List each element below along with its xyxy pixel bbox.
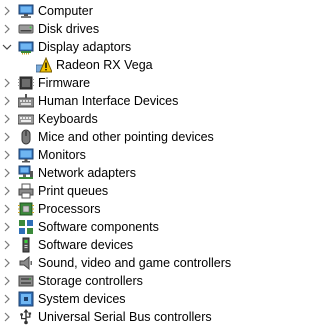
- tree-item[interactable]: Radeon RX Vega: [0, 56, 298, 74]
- tree-item[interactable]: Monitors: [0, 146, 298, 164]
- chevron-down-icon[interactable]: [2, 38, 12, 56]
- tree-item[interactable]: Disk drives: [0, 20, 298, 38]
- chevron-right-icon[interactable]: [2, 254, 12, 272]
- storage-controller-icon: [18, 273, 34, 289]
- tree-item-label: Computer: [38, 4, 93, 18]
- speaker-icon: [18, 255, 34, 271]
- chevron-right-icon[interactable]: [2, 200, 12, 218]
- tree-item-label: Sound, video and game controllers: [38, 256, 232, 270]
- tree-item-label: Keyboards: [38, 112, 98, 126]
- processor-icon: [18, 201, 34, 217]
- tree-item-label: Radeon RX Vega: [56, 58, 153, 72]
- display-adapter-icon: [18, 39, 34, 55]
- monitor-icon: [18, 147, 34, 163]
- tree-item-label: Mice and other pointing devices: [38, 130, 214, 144]
- chevron-right-icon[interactable]: [2, 272, 12, 290]
- tree-item[interactable]: Display adaptors: [0, 38, 298, 56]
- software-device-icon: [18, 237, 34, 253]
- chevron-right-icon[interactable]: [2, 308, 12, 326]
- disk-drive-icon: [18, 21, 34, 37]
- tree-item[interactable]: Network adapters: [0, 164, 298, 182]
- tree-item-label: System devices: [38, 292, 126, 306]
- system-device-icon: [18, 291, 34, 307]
- chevron-right-icon[interactable]: [2, 92, 12, 110]
- hid-icon: [18, 93, 34, 109]
- tree-item[interactable]: Print queues: [0, 182, 298, 200]
- firmware-icon: [18, 75, 34, 91]
- chevron-right-icon[interactable]: [2, 146, 12, 164]
- network-adapter-icon: [18, 165, 34, 181]
- chevron-right-icon[interactable]: [2, 218, 12, 236]
- tree-item[interactable]: Software devices: [0, 236, 298, 254]
- chevron-right-icon[interactable]: [2, 74, 12, 92]
- tree-item-label: Print queues: [38, 184, 109, 198]
- tree-item-label: Universal Serial Bus controllers: [38, 310, 212, 324]
- printer-icon: [18, 183, 34, 199]
- chevron-right-icon[interactable]: [2, 290, 12, 308]
- tree-item[interactable]: Sound, video and game controllers: [0, 254, 298, 272]
- tree-item[interactable]: Computer: [0, 2, 298, 20]
- tree-item-label: Software devices: [38, 238, 134, 252]
- chevron-right-icon[interactable]: [2, 236, 12, 254]
- warning-icon: [36, 57, 52, 73]
- tree-item-label: Network adapters: [38, 166, 136, 180]
- tree-item-label: Storage controllers: [38, 274, 143, 288]
- usb-icon: [18, 309, 34, 325]
- tree-item-label: Processors: [38, 202, 101, 216]
- tree-item[interactable]: Human Interface Devices: [0, 92, 298, 110]
- tree-item-label: Firmware: [38, 76, 91, 90]
- device-tree: Computer Disk drives Display adaptors Radeo…: [0, 2, 298, 326]
- tree-item-label: Disk drives: [38, 22, 100, 36]
- computer-icon: [18, 3, 34, 19]
- keyboard-icon: [18, 111, 34, 127]
- tree-item[interactable]: Software components: [0, 218, 298, 236]
- tree-item[interactable]: Storage controllers: [0, 272, 298, 290]
- chevron-right-icon[interactable]: [2, 20, 12, 38]
- tree-item[interactable]: System devices: [0, 290, 298, 308]
- tree-item-label: Software components: [38, 220, 159, 234]
- software-component-icon: [18, 219, 34, 235]
- tree-item-label: Monitors: [38, 148, 86, 162]
- mouse-icon: [18, 129, 34, 145]
- tree-item-label: Human Interface Devices: [38, 94, 179, 108]
- chevron-right-icon[interactable]: [2, 164, 12, 182]
- tree-item[interactable]: Processors: [0, 200, 298, 218]
- tree-item[interactable]: Mice and other pointing devices: [0, 128, 298, 146]
- chevron-right-icon[interactable]: [2, 110, 12, 128]
- chevron-right-icon[interactable]: [2, 2, 12, 20]
- tree-item[interactable]: Universal Serial Bus controllers: [0, 308, 298, 326]
- tree-item[interactable]: Keyboards: [0, 110, 298, 128]
- tree-item-label: Display adaptors: [38, 40, 132, 54]
- chevron-right-icon[interactable]: [2, 182, 12, 200]
- tree-item[interactable]: Firmware: [0, 74, 298, 92]
- chevron-right-icon[interactable]: [2, 128, 12, 146]
